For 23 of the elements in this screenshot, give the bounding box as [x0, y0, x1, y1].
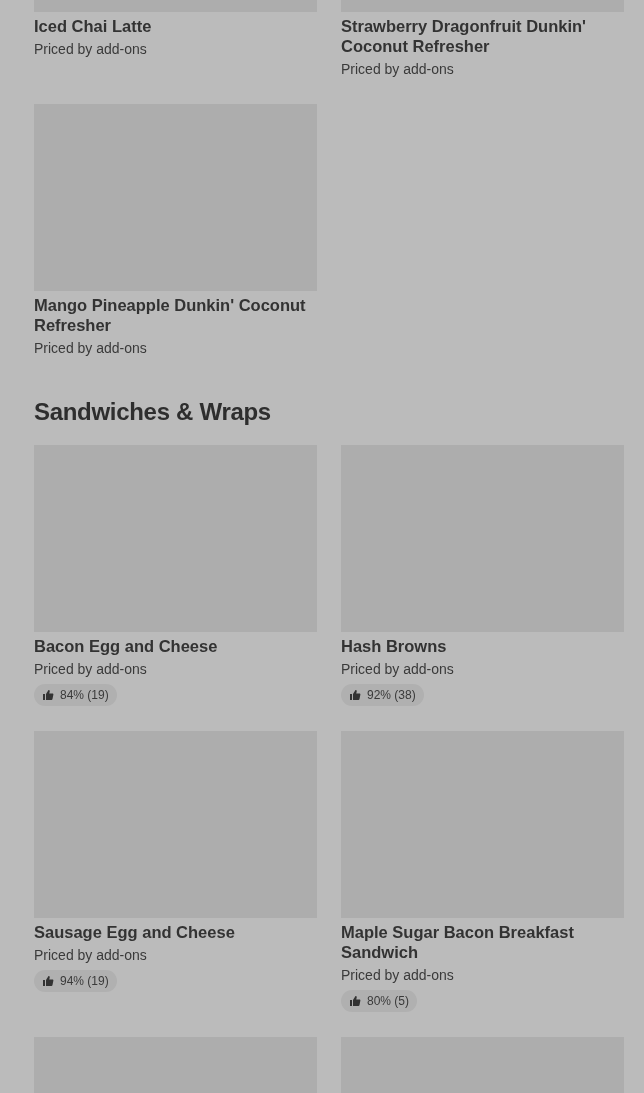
rating-text: 94% (19)	[60, 974, 109, 988]
item-price: Priced by add-ons	[34, 40, 147, 59]
item-name[interactable]: Sausage Egg and Cheese	[34, 922, 235, 942]
item-price: Priced by add-ons	[34, 339, 147, 358]
item-price: Priced by add-ons	[341, 966, 454, 985]
thumbs-up-icon	[42, 975, 54, 987]
item-name[interactable]: Mango Pineapple Dunkin' Coconut Refresher	[34, 295, 317, 335]
item-name[interactable]: Iced Chai Latte	[34, 16, 152, 36]
item-price: Priced by add-ons	[34, 660, 147, 679]
thumbs-up-icon	[349, 995, 361, 1007]
item-name[interactable]: Bacon Egg and Cheese	[34, 636, 218, 656]
item-name[interactable]: Hash Browns	[341, 636, 447, 656]
rating-text: 80% (5)	[367, 994, 410, 1008]
rating-text: 84% (19)	[60, 688, 109, 702]
item-price: Priced by add-ons	[341, 660, 454, 679]
item-name[interactable]: Strawberry Dragonfruit Dunkin' Coconut Refresher	[341, 16, 624, 56]
rating-text: 92% (38)	[367, 688, 416, 702]
thumbs-up-icon	[349, 689, 361, 701]
item-price: Priced by add-ons	[34, 946, 147, 965]
item-price: Priced by add-ons	[341, 60, 454, 79]
item-name[interactable]: Maple Sugar Bacon Breakfast Sandwich	[341, 922, 624, 962]
thumbs-up-icon	[42, 689, 54, 701]
section-heading: Sandwiches & Wraps	[34, 397, 272, 427]
